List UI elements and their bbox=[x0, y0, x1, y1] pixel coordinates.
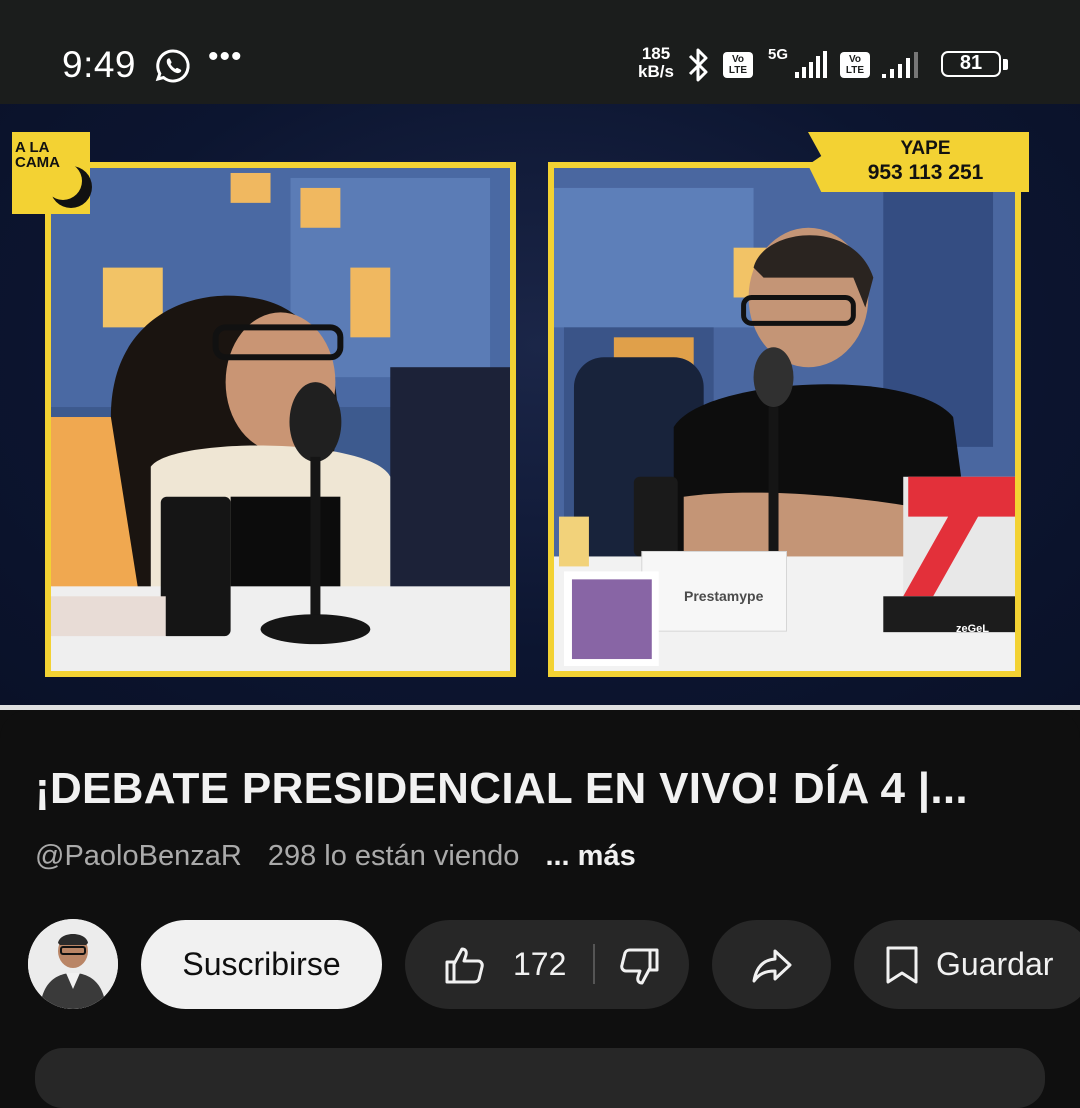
channel-avatar[interactable] bbox=[28, 919, 118, 1009]
network-type: 5G bbox=[768, 46, 789, 63]
description-card[interactable] bbox=[35, 1048, 1045, 1108]
channel-handle[interactable]: @PaoloBenzaR bbox=[35, 840, 242, 872]
avatar-image bbox=[28, 919, 118, 1009]
host-right-image bbox=[554, 168, 1015, 671]
tv-brand-label: zeGeL bbox=[956, 623, 990, 635]
more-dots-icon: ••• bbox=[208, 40, 243, 73]
battery-icon: 81 bbox=[941, 51, 1001, 77]
more-link[interactable]: ... más bbox=[545, 840, 635, 872]
volte-icon: Vo LTE bbox=[840, 52, 870, 78]
camera-panel-left bbox=[45, 162, 516, 677]
host-left-image bbox=[51, 168, 510, 671]
save-button[interactable]: Guardar bbox=[854, 920, 1080, 1009]
share-button[interactable] bbox=[712, 920, 831, 1009]
like-count: 172 bbox=[513, 946, 567, 982]
signal-icon bbox=[795, 51, 827, 78]
like-dislike-group: 172 bbox=[405, 920, 689, 1009]
thumbs-up-icon[interactable] bbox=[443, 944, 485, 986]
save-label: Guardar bbox=[936, 946, 1054, 982]
bookmark-icon bbox=[886, 946, 918, 983]
video-title[interactable]: ¡DEBATE PRESIDENCIAL EN VIVO! DÍA 4 |... bbox=[35, 764, 968, 814]
subscribe-button[interactable]: Suscribirse bbox=[141, 920, 382, 1009]
volte-icon: Vo LTE bbox=[723, 52, 753, 78]
status-time: 9:49 bbox=[62, 44, 137, 85]
show-logo: A LA CAMA bbox=[12, 132, 92, 214]
sponsor-label: Prestamype bbox=[684, 588, 764, 604]
live-viewers-count: 298 lo están viendo bbox=[267, 840, 520, 872]
thumbs-down-icon[interactable] bbox=[619, 946, 661, 988]
like-divider bbox=[593, 944, 595, 984]
battery-tip bbox=[1003, 59, 1008, 70]
share-icon bbox=[752, 949, 791, 982]
whatsapp-icon bbox=[155, 49, 190, 83]
yape-banner: YAPE 953 113 251 bbox=[808, 132, 1029, 192]
signal-icon bbox=[882, 52, 918, 78]
video-meta: @PaoloBenzaR 298 lo están viendo ... más bbox=[35, 840, 636, 873]
status-bar: 9:49 ••• 185 kB/s Vo LTE 5G Vo LTE 81 bbox=[0, 0, 1080, 104]
bluetooth-icon bbox=[688, 48, 708, 82]
video-player[interactable]: A LA CAMA Prestamype zeGeL YAPE 953 113 … bbox=[0, 104, 1080, 707]
network-speed: 185 kB/s bbox=[638, 44, 674, 81]
camera-panel-right: Prestamype zeGeL bbox=[548, 162, 1021, 677]
